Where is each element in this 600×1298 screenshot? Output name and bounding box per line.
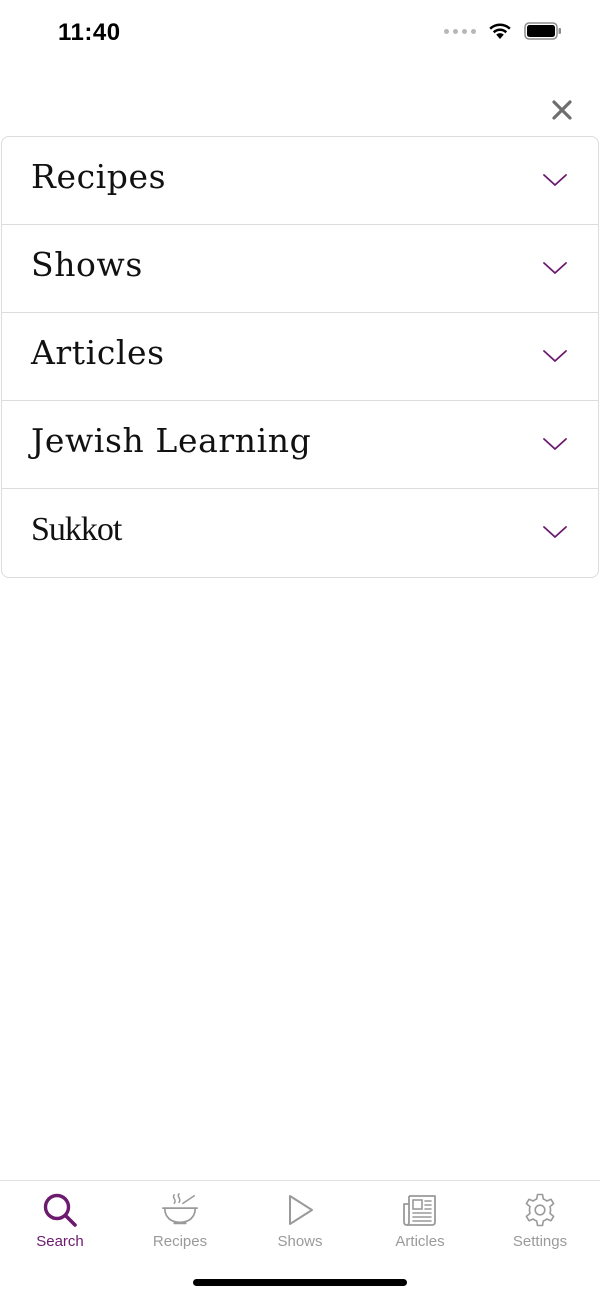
- wifi-icon: [489, 23, 511, 39]
- accordion-item-label: Shows: [31, 245, 143, 284]
- close-icon: [552, 100, 572, 120]
- tab-label: Recipes: [152, 1233, 208, 1250]
- gear-icon: [525, 1193, 555, 1227]
- status-time: 11:40: [58, 19, 121, 46]
- home-indicator: [193, 1279, 407, 1286]
- chevron-down-icon: [543, 262, 567, 274]
- accordion-item-articles[interactable]: Articles: [2, 313, 598, 401]
- category-accordion: Recipes Shows Articles Jewish Learning S…: [1, 136, 599, 578]
- tab-recipes[interactable]: Recipes: [120, 1181, 240, 1261]
- tab-search[interactable]: Search: [0, 1181, 120, 1261]
- chevron-down-icon: [543, 438, 567, 450]
- accordion-item-jewish-learning[interactable]: Jewish Learning: [2, 401, 598, 489]
- status-icons: [444, 22, 562, 40]
- tab-label: Settings: [512, 1233, 568, 1250]
- chevron-down-icon: [543, 526, 567, 538]
- close-button[interactable]: [544, 92, 580, 128]
- accordion-item-shows[interactable]: Shows: [2, 225, 598, 313]
- search-icon: [43, 1193, 77, 1227]
- tab-label: Shows: [277, 1233, 323, 1250]
- tab-label: Articles: [395, 1233, 445, 1250]
- bowl-icon: [162, 1193, 198, 1225]
- tab-label: Search: [36, 1233, 84, 1250]
- tab-shows[interactable]: Shows: [240, 1181, 360, 1261]
- chevron-down-icon: [543, 350, 567, 362]
- accordion-item-label: Jewish Learning: [31, 421, 312, 460]
- signal-dots-icon: [444, 28, 476, 34]
- accordion-item-sukkot[interactable]: Sukkot: [2, 489, 598, 577]
- status-bar: 11:40: [0, 0, 600, 70]
- accordion-item-label: Articles: [31, 333, 165, 372]
- newspaper-icon: [403, 1195, 436, 1226]
- tab-settings[interactable]: Settings: [480, 1181, 600, 1261]
- accordion-item-label: Recipes: [31, 157, 167, 196]
- play-icon: [289, 1195, 313, 1225]
- accordion-item-label: Sukkot: [31, 511, 122, 548]
- accordion-item-recipes[interactable]: Recipes: [2, 137, 598, 225]
- battery-icon: [524, 22, 561, 40]
- tab-articles[interactable]: Articles: [360, 1181, 480, 1261]
- chevron-down-icon: [543, 174, 567, 186]
